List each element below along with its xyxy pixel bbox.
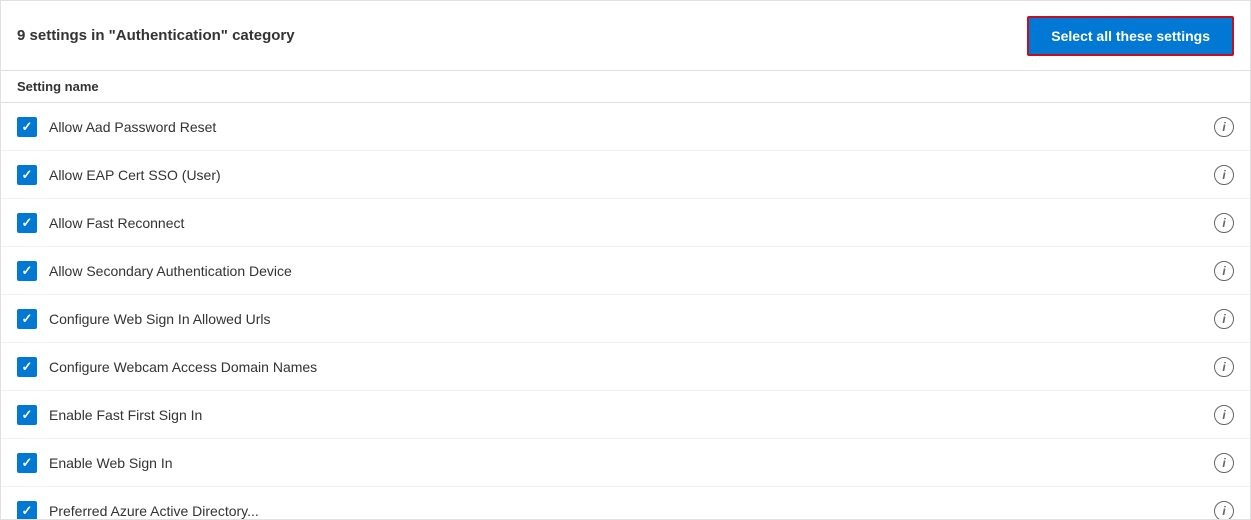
setting-label-4: Allow Secondary Authentication Device bbox=[49, 263, 292, 279]
info-icon-8[interactable]: i bbox=[1214, 453, 1234, 473]
checkbox-3[interactable] bbox=[17, 213, 37, 233]
list-item: Allow EAP Cert SSO (User) i bbox=[1, 151, 1250, 199]
info-icon-5[interactable]: i bbox=[1214, 309, 1234, 329]
settings-list: Allow Aad Password ResetiAllow EAP Cert … bbox=[1, 103, 1250, 519]
item-left-7: Enable Fast First Sign In bbox=[17, 405, 202, 425]
item-left-6: Configure Webcam Access Domain Names bbox=[17, 357, 317, 377]
info-icon-4[interactable]: i bbox=[1214, 261, 1234, 281]
setting-label-8: Enable Web Sign In bbox=[49, 455, 173, 471]
item-left-2: Allow EAP Cert SSO (User) bbox=[17, 165, 221, 185]
list-item: Allow Aad Password Reset i bbox=[1, 103, 1250, 151]
setting-label-7: Enable Fast First Sign In bbox=[49, 407, 202, 423]
list-item: Configure Webcam Access Domain Names i bbox=[1, 343, 1250, 391]
checkbox-7[interactable] bbox=[17, 405, 37, 425]
setting-label-2: Allow EAP Cert SSO (User) bbox=[49, 167, 221, 183]
info-icon-2[interactable]: i bbox=[1214, 165, 1234, 185]
item-left-9: Preferred Azure Active Directory... bbox=[17, 501, 259, 519]
checkbox-6[interactable] bbox=[17, 357, 37, 377]
checkbox-5[interactable] bbox=[17, 309, 37, 329]
header-row: 9 settings in "Authentication" category … bbox=[1, 1, 1250, 71]
item-left-1: Allow Aad Password Reset bbox=[17, 117, 216, 137]
checkbox-2[interactable] bbox=[17, 165, 37, 185]
page-title: 9 settings in "Authentication" category bbox=[17, 27, 295, 44]
item-left-5: Configure Web Sign In Allowed Urls bbox=[17, 309, 271, 329]
checkbox-8[interactable] bbox=[17, 453, 37, 473]
checkbox-4[interactable] bbox=[17, 261, 37, 281]
list-item: Allow Fast Reconnect i bbox=[1, 199, 1250, 247]
checkbox-9[interactable] bbox=[17, 501, 37, 519]
setting-label-9: Preferred Azure Active Directory... bbox=[49, 503, 259, 519]
item-left-3: Allow Fast Reconnect bbox=[17, 213, 184, 233]
item-left-4: Allow Secondary Authentication Device bbox=[17, 261, 292, 281]
main-container: 9 settings in "Authentication" category … bbox=[0, 0, 1251, 520]
list-item: Enable Fast First Sign In i bbox=[1, 391, 1250, 439]
item-left-8: Enable Web Sign In bbox=[17, 453, 173, 473]
setting-label-5: Configure Web Sign In Allowed Urls bbox=[49, 311, 271, 327]
info-icon-9[interactable]: i bbox=[1214, 501, 1234, 519]
list-item: Preferred Azure Active Directory... i bbox=[1, 487, 1250, 519]
info-icon-1[interactable]: i bbox=[1214, 117, 1234, 137]
info-icon-6[interactable]: i bbox=[1214, 357, 1234, 377]
checkbox-1[interactable] bbox=[17, 117, 37, 137]
info-icon-3[interactable]: i bbox=[1214, 213, 1234, 233]
setting-label-1: Allow Aad Password Reset bbox=[49, 119, 216, 135]
setting-label-3: Allow Fast Reconnect bbox=[49, 215, 184, 231]
list-item: Configure Web Sign In Allowed Urls i bbox=[1, 295, 1250, 343]
list-item: Enable Web Sign In i bbox=[1, 439, 1250, 487]
list-item: Allow Secondary Authentication Device i bbox=[1, 247, 1250, 295]
setting-label-6: Configure Webcam Access Domain Names bbox=[49, 359, 317, 375]
column-header-setting-name: Setting name bbox=[1, 71, 1250, 103]
select-all-button[interactable]: Select all these settings bbox=[1027, 16, 1234, 56]
info-icon-7[interactable]: i bbox=[1214, 405, 1234, 425]
